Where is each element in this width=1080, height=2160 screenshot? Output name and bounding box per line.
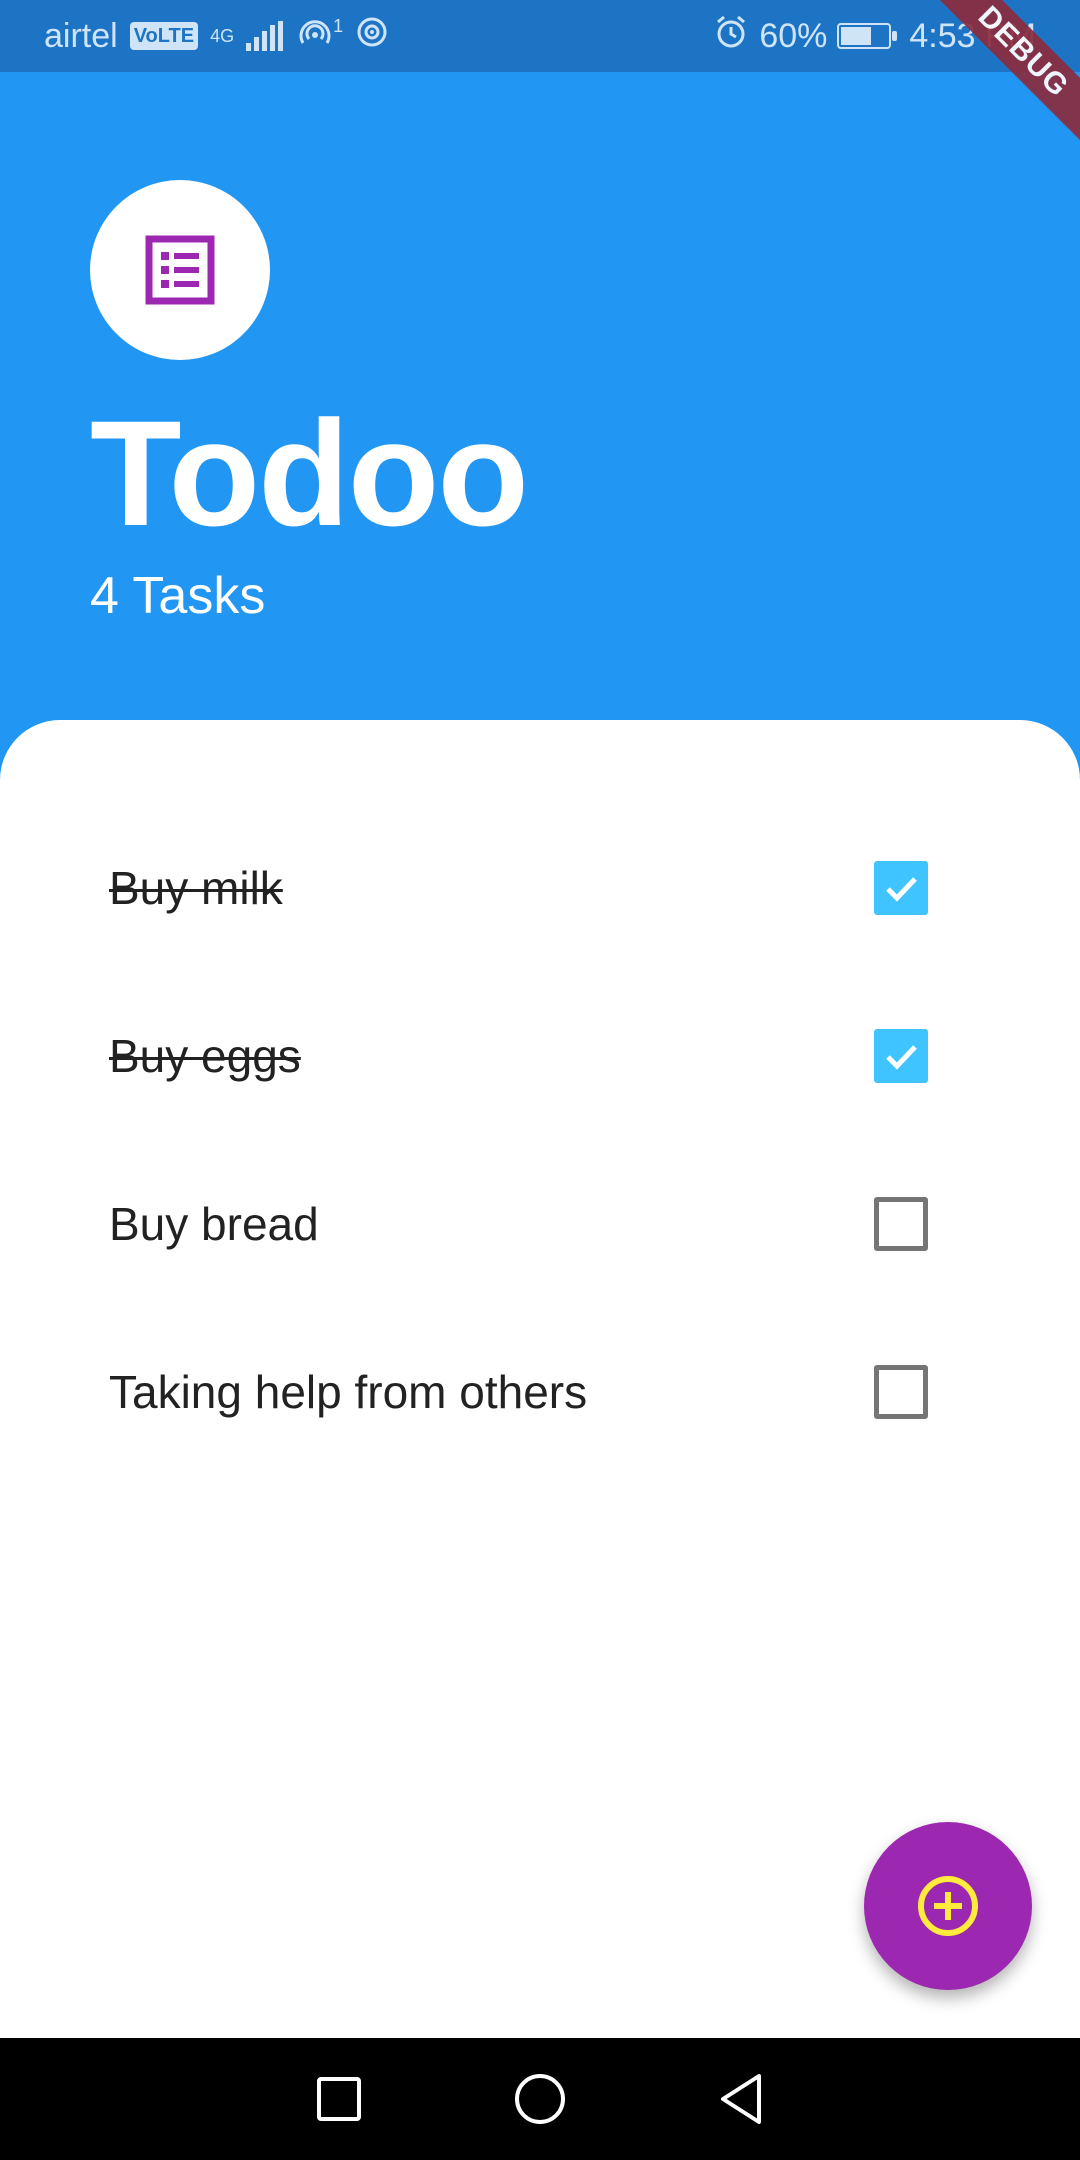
hotspot-count: 1 [333,16,344,36]
add-circle-icon [918,1876,978,1936]
wifi-icon [355,15,389,58]
status-bar: airtel VoLTE 4G 1 60% 4:53 PM [0,0,1080,72]
task-count: 4 Tasks [90,567,266,625]
task-checkbox[interactable] [874,1365,928,1419]
task-checkbox[interactable] [874,1029,928,1083]
header: Todoo 4 Tasks [90,180,529,626]
avatar [90,180,270,360]
volte-badge: VoLTE [129,22,199,50]
task-row[interactable]: Buy eggs [0,972,1080,1140]
task-row[interactable]: Buy milk [0,804,1080,972]
home-circle-icon[interactable] [513,2072,567,2126]
battery-percent: 60% [759,16,828,55]
hotspot-icon [295,15,335,58]
system-nav-bar [0,2038,1080,2160]
task-checkbox[interactable] [874,1197,928,1251]
task-label: Taking help from others [109,1366,588,1418]
task-list: Buy milk Buy eggs Buy bread Taking help … [0,804,1080,1476]
task-row[interactable]: Taking help from others [0,1308,1080,1476]
check-icon [886,877,917,902]
back-triangle-icon[interactable] [717,2072,765,2126]
network-type: 4G [210,26,235,46]
signal-icon [246,21,284,51]
carrier-name: airtel [44,16,118,55]
task-label: Buy eggs [109,1030,301,1082]
alarm-icon [713,14,749,59]
battery-icon [837,23,898,49]
recents-square-icon[interactable] [315,2075,363,2123]
list-alt-icon [145,235,215,305]
add-task-button[interactable] [864,1822,1032,1990]
task-label: Buy milk [109,862,283,914]
check-icon [886,1045,917,1070]
task-row[interactable]: Buy bread [0,1140,1080,1308]
task-label: Buy bread [109,1198,319,1250]
task-checkbox[interactable] [874,861,928,915]
page-title: Todoo [90,389,529,557]
